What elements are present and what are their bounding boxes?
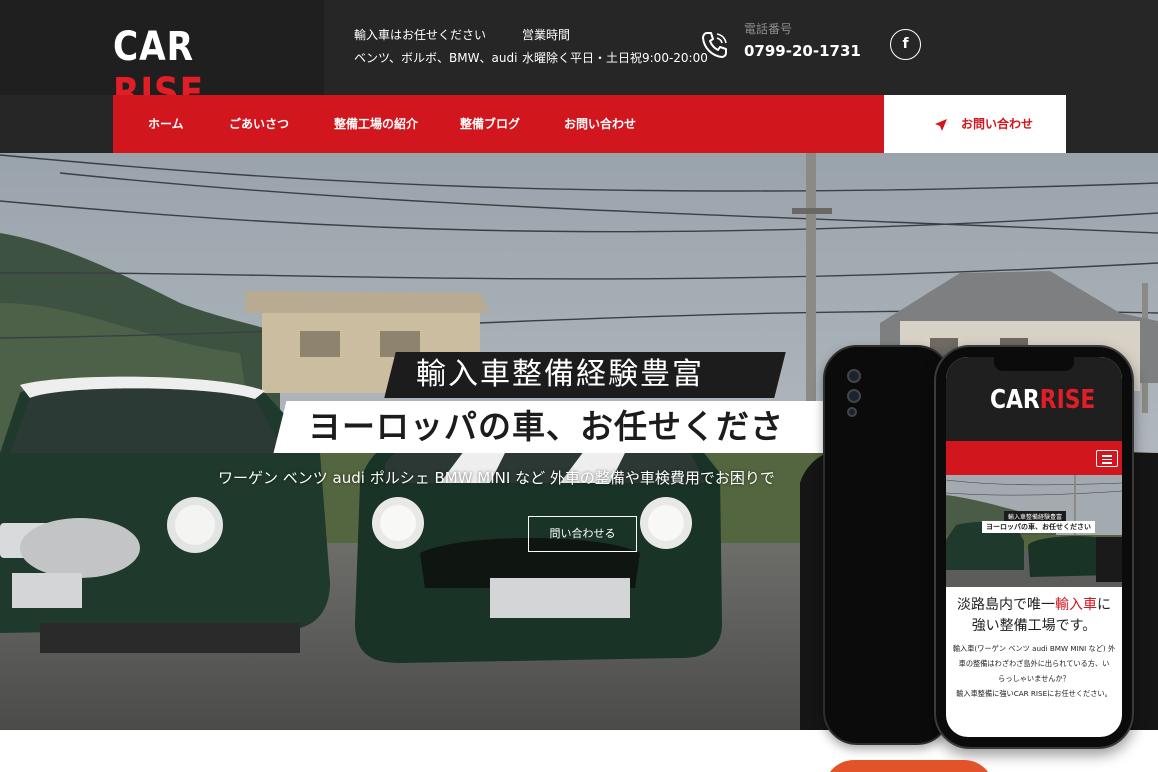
hero-contact-button[interactable]: 問い合わせる xyxy=(528,516,637,552)
nav-item-contact[interactable]: お問い合わせ xyxy=(564,95,636,153)
camera-lens-icon xyxy=(847,369,861,383)
hero-title-1: 輸入車整備経験豊富 xyxy=(416,357,704,392)
mobile-intro-text: 輸入車(ワーゲン ベンツ audi BMW MINI など) 外 車の整備はわざ… xyxy=(950,641,1118,701)
nav-item-greeting[interactable]: ごあいさつ xyxy=(229,95,289,153)
main-nav: ホーム ごあいさつ 整備工場の紹介 整備ブログ お問い合わせ xyxy=(113,95,884,153)
phone-mockup-front: CARRISE 輸入車整備経験豊富 ヨーロッパの車、お任せください 淡路島内で唯… xyxy=(934,345,1134,749)
info-import-line1: 輸入車はお任せください xyxy=(354,28,487,42)
mobile-intro: 淡路島内で唯一輸入車に 強い整備工場です。 輸入車(ワーゲン ベンツ audi … xyxy=(946,587,1122,701)
header-info-hours: 営業時間 水曜除く平日・土日祝9:00-20:00 xyxy=(522,24,708,70)
logo-panel: CAR RISE xyxy=(0,0,324,116)
mobile-intro-heading: 淡路島内で唯一輸入車に 強い整備工場です。 xyxy=(950,595,1118,637)
intro-line4: 輸入車整備に強いCAR RISEにお任せください。 xyxy=(956,689,1112,698)
mobile-nav-bar xyxy=(946,441,1122,475)
intro-line3: らっしゃいませんか？ xyxy=(998,674,1070,683)
hero-title-band: 輸入車整備経験豊富 xyxy=(384,352,786,398)
hamburger-menu-icon xyxy=(1096,450,1118,467)
contact-cta-label: お問い合わせ xyxy=(961,117,1034,131)
next-section-car-image xyxy=(824,760,994,772)
hero-title-2: ヨーロッパの車、お任せくださ xyxy=(308,407,784,446)
camera-flash-icon xyxy=(847,407,857,417)
info-hours-line1: 営業時間 xyxy=(522,28,571,42)
mobile-hero-title-2: ヨーロッパの車、お任せください xyxy=(982,521,1095,533)
intro-line1: 輸入車(ワーゲン ベンツ audi BMW MINI など) 外 xyxy=(952,644,1116,653)
heading-part2: に xyxy=(1097,597,1111,613)
site-header: CAR RISE 輸入車はお任せください ベンツ、ボルボ、BMW、audi 営業… xyxy=(0,0,1158,153)
phone-notch xyxy=(994,357,1074,371)
phone-label: 電話番号 xyxy=(744,22,793,36)
hero-subtitle-band: ヨーロッパの車、お任せくださ xyxy=(273,401,887,453)
info-hours-line2: 水曜除く平日・土日祝9:00-20:00 xyxy=(522,51,708,65)
mobile-logo-rise: RISE xyxy=(1039,385,1096,415)
phone-icon xyxy=(702,32,727,58)
mobile-screen: CARRISE 輸入車整備経験豊富 ヨーロッパの車、お任せください 淡路島内で唯… xyxy=(946,357,1122,737)
facebook-icon[interactable]: f xyxy=(890,29,921,60)
nav-item-home[interactable]: ホーム xyxy=(148,95,184,153)
mobile-logo: CARRISE xyxy=(990,385,1095,415)
phone-mockup-back xyxy=(823,345,951,745)
nav-item-blog[interactable]: 整備ブログ xyxy=(460,95,520,153)
phone-number[interactable]: 0799-20-1731 xyxy=(744,42,861,60)
logo-text-car: CAR xyxy=(113,24,194,70)
page: CAR RISE 輸入車はお任せください ベンツ、ボルボ、BMW、audi 営業… xyxy=(0,0,1158,772)
header-info-import: 輸入車はお任せください ベンツ、ボルボ、BMW、audi xyxy=(354,24,517,70)
heading-line2: 強い整備工場です。 xyxy=(971,618,1097,634)
contact-cta-button[interactable]: お問い合わせ xyxy=(884,95,1066,153)
location-arrow-icon xyxy=(935,119,947,131)
mobile-hero: 輸入車整備経験豊富 ヨーロッパの車、お任せください xyxy=(946,475,1122,587)
info-import-line2: ベンツ、ボルボ、BMW、audi xyxy=(354,51,518,65)
hero-description: ワーゲン ベンツ audi ポルシェ BMW MINI など 外車の整備や車検費… xyxy=(218,469,775,487)
heading-part1: 淡路島内で唯一 xyxy=(957,597,1055,613)
heading-highlight: 輸入車 xyxy=(1055,597,1097,613)
nav-item-garage[interactable]: 整備工場の紹介 xyxy=(334,95,418,153)
camera-lens-icon xyxy=(847,389,861,403)
intro-line2: 車の整備はわざわざ島外に出られている方、い xyxy=(958,659,1110,668)
mobile-logo-car: CAR xyxy=(990,385,1040,415)
